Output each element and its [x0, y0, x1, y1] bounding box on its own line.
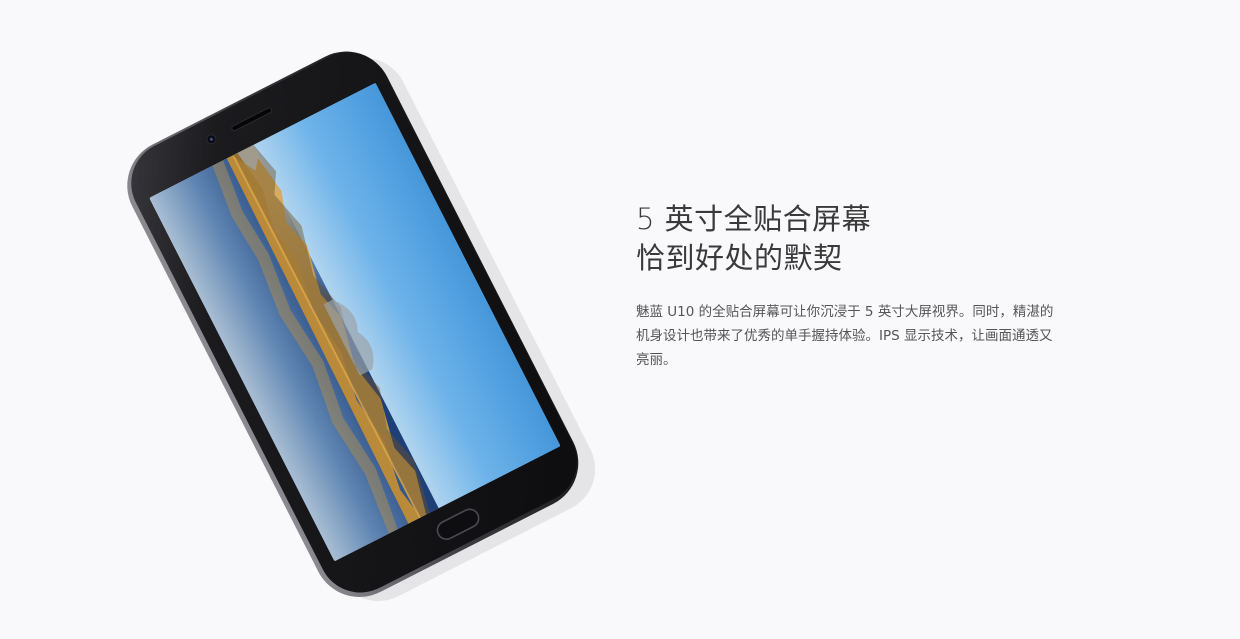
product-feature-section: 5 英寸全贴合屏幕 恰到好处的默契 魅蓝 U10 的全贴合屏幕可让你沉浸于 5 …: [0, 0, 1240, 639]
feature-copy: 5 英寸全贴合屏幕 恰到好处的默契 魅蓝 U10 的全贴合屏幕可让你沉浸于 5 …: [636, 200, 1066, 372]
feature-description: 魅蓝 U10 的全贴合屏幕可让你沉浸于 5 英寸大屏视界。同时，精湛的机身设计也…: [636, 304, 1054, 368]
headline-line-1: 5 英寸全贴合屏幕: [636, 202, 872, 236]
headline-line-2: 恰到好处的默契: [636, 241, 843, 275]
feature-headline: 5 英寸全贴合屏幕 恰到好处的默契: [636, 200, 1066, 278]
